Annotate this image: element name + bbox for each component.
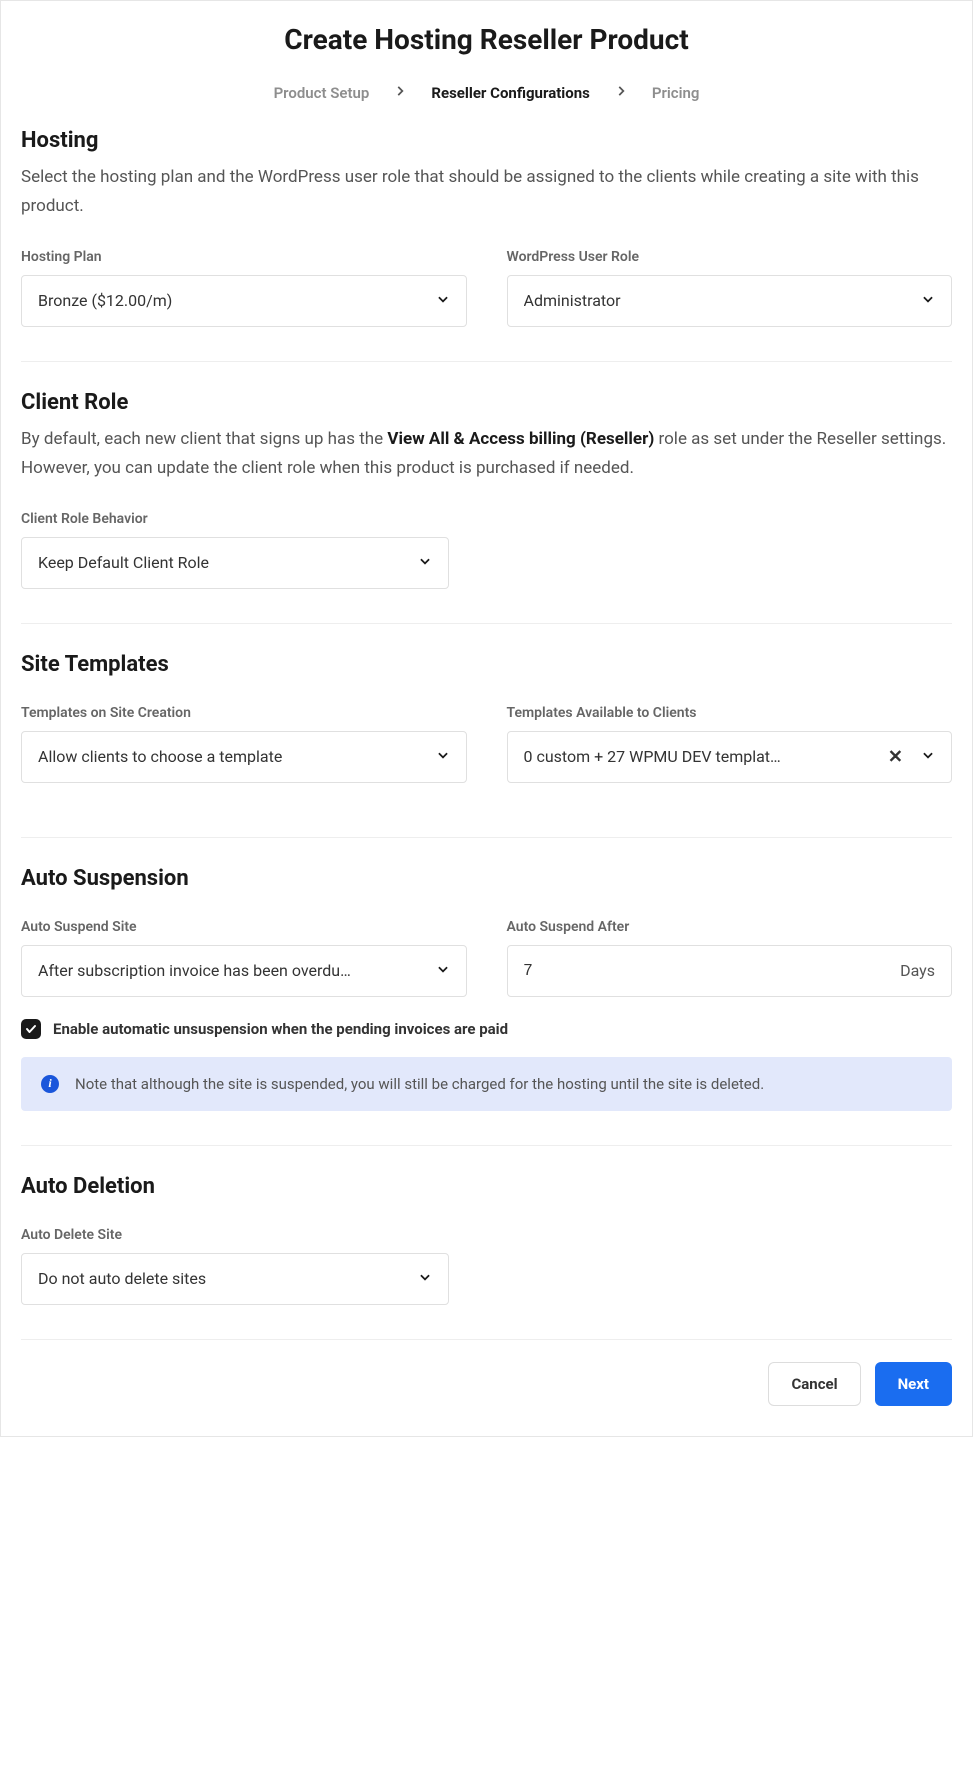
section-desc-client-role: By default, each new client that signs u… [21, 425, 952, 483]
desc-text: By default, each new client that signs u… [21, 429, 387, 449]
divider [21, 1145, 952, 1146]
chevron-down-icon [436, 292, 450, 310]
select-hosting-plan[interactable]: Bronze ($12.00/m) [21, 275, 467, 327]
field-templates-available: Templates Available to Clients 0 custom … [507, 705, 953, 783]
select-auto-delete-site[interactable]: Do not auto delete sites [21, 1253, 449, 1305]
cancel-button[interactable]: Cancel [768, 1362, 860, 1406]
close-icon[interactable]: ✕ [888, 746, 903, 767]
section-title-site-templates: Site Templates [21, 652, 952, 677]
label-auto-suspend-site: Auto Suspend Site [21, 919, 467, 935]
checkbox-auto-unsuspend[interactable] [21, 1019, 41, 1039]
label-wordpress-user-role: WordPress User Role [507, 249, 953, 265]
next-button[interactable]: Next [875, 1362, 952, 1406]
chevron-right-icon [393, 84, 407, 102]
section-site-templates: Site Templates Templates on Site Creatio… [1, 652, 972, 783]
section-hosting: Hosting Select the hosting plan and the … [1, 128, 972, 327]
field-auto-suspend-site: Auto Suspend Site After subscription inv… [21, 919, 467, 997]
note-suspension: i Note that although the site is suspend… [21, 1057, 952, 1111]
chevron-down-icon [436, 748, 450, 766]
label-client-role-behavior: Client Role Behavior [21, 511, 449, 527]
section-desc-hosting: Select the hosting plan and the WordPres… [21, 163, 952, 221]
input-auto-suspend-after[interactable]: Days [507, 945, 953, 997]
divider [21, 623, 952, 624]
divider [21, 361, 952, 362]
section-title-hosting: Hosting [21, 128, 952, 153]
chevron-down-icon [921, 748, 935, 766]
section-client-role: Client Role By default, each new client … [1, 390, 972, 589]
select-wordpress-user-role[interactable]: Administrator [507, 275, 953, 327]
breadcrumb-step-pricing[interactable]: Pricing [652, 84, 700, 102]
label-templates-available: Templates Available to Clients [507, 705, 953, 721]
label-templates-on-creation: Templates on Site Creation [21, 705, 467, 721]
page-container: Create Hosting Reseller Product Product … [0, 0, 973, 1437]
field-wordpress-user-role: WordPress User Role Administrator [507, 249, 953, 327]
note-text: Note that although the site is suspended… [75, 1075, 764, 1093]
label-auto-delete-site: Auto Delete Site [21, 1227, 449, 1243]
input-suffix-days: Days [900, 961, 935, 980]
select-auto-suspend-site[interactable]: After subscription invoice has been over… [21, 945, 467, 997]
divider [21, 837, 952, 838]
info-icon: i [41, 1075, 59, 1093]
field-auto-delete-site: Auto Delete Site Do not auto delete site… [21, 1227, 449, 1305]
label-hosting-plan: Hosting Plan [21, 249, 467, 265]
chevron-down-icon [921, 292, 935, 310]
select-value: Administrator [524, 291, 904, 310]
select-value: Allow clients to choose a template [38, 747, 418, 766]
breadcrumb-step-product-setup[interactable]: Product Setup [274, 84, 370, 102]
page-title: Create Hosting Reseller Product [1, 23, 972, 56]
section-title-client-role: Client Role [21, 390, 952, 415]
select-value: Keep Default Client Role [38, 553, 400, 572]
select-templates-available[interactable]: 0 custom + 27 WPMU DEV templat… ✕ [507, 731, 953, 783]
field-client-role-behavior: Client Role Behavior Keep Default Client… [21, 511, 449, 589]
label-auto-suspend-after: Auto Suspend After [507, 919, 953, 935]
select-client-role-behavior[interactable]: Keep Default Client Role [21, 537, 449, 589]
field-templates-on-creation: Templates on Site Creation Allow clients… [21, 705, 467, 783]
select-value: 0 custom + 27 WPMU DEV templat… [524, 747, 872, 766]
section-title-auto-suspension: Auto Suspension [21, 866, 952, 891]
select-value: Do not auto delete sites [38, 1269, 400, 1288]
input-auto-suspend-after-field[interactable] [524, 962, 901, 980]
section-auto-deletion: Auto Deletion Auto Delete Site Do not au… [1, 1174, 972, 1305]
select-templates-on-creation[interactable]: Allow clients to choose a template [21, 731, 467, 783]
checkbox-row-auto-unsuspend[interactable]: Enable automatic unsuspension when the p… [1, 997, 972, 1039]
footer: Cancel Next [1, 1340, 972, 1406]
breadcrumb: Product Setup Reseller Configurations Pr… [1, 66, 972, 128]
header: Create Hosting Reseller Product [1, 1, 972, 66]
select-value: After subscription invoice has been over… [38, 961, 418, 980]
desc-bold: View All & Access billing (Reseller) [387, 429, 654, 449]
chevron-right-icon [614, 84, 628, 102]
field-hosting-plan: Hosting Plan Bronze ($12.00/m) [21, 249, 467, 327]
section-auto-suspension: Auto Suspension Auto Suspend Site After … [1, 866, 972, 997]
chevron-down-icon [418, 554, 432, 572]
breadcrumb-step-reseller-configurations[interactable]: Reseller Configurations [431, 84, 590, 102]
chevron-down-icon [436, 962, 450, 980]
field-auto-suspend-after: Auto Suspend After Days [507, 919, 953, 997]
checkbox-label-auto-unsuspend: Enable automatic unsuspension when the p… [53, 1020, 508, 1038]
select-value: Bronze ($12.00/m) [38, 291, 418, 310]
chevron-down-icon [418, 1270, 432, 1288]
section-title-auto-deletion: Auto Deletion [21, 1174, 952, 1199]
